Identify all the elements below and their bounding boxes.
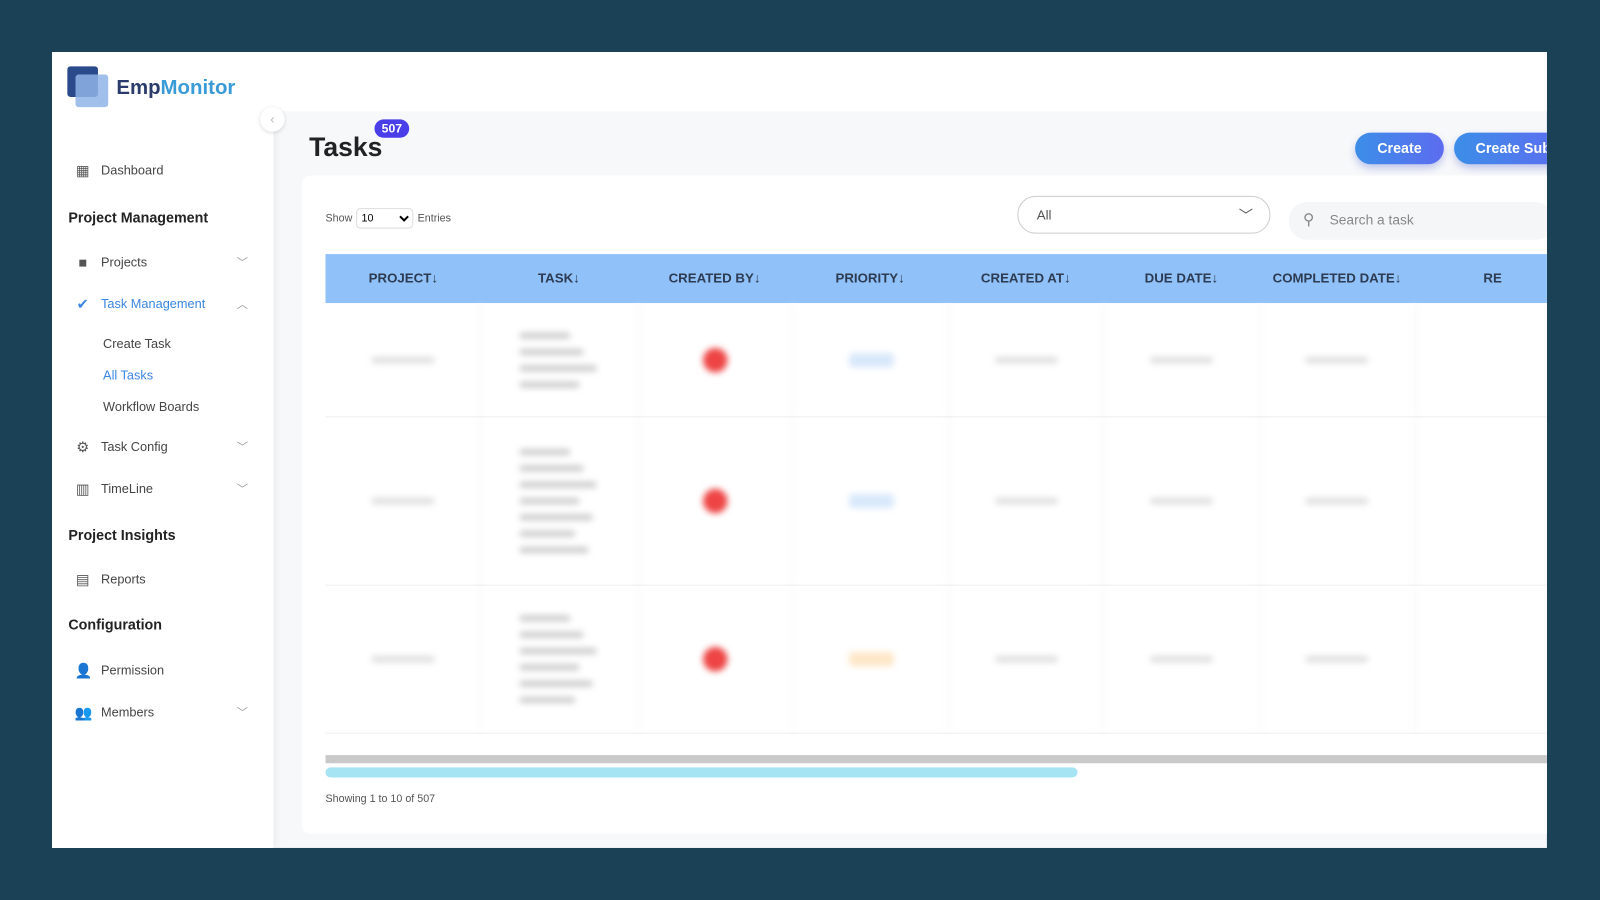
dashboard-icon: ▦ bbox=[75, 162, 90, 179]
show-label: Show bbox=[325, 212, 353, 225]
user-lock-icon: 👤 bbox=[74, 662, 93, 679]
table-cell bbox=[481, 417, 639, 585]
sidebar-item-create-task[interactable]: Create Task bbox=[103, 337, 171, 351]
section-configuration: Configuration bbox=[68, 616, 163, 633]
sidebar-item-workflow-boards[interactable]: Workflow Boards bbox=[103, 400, 199, 414]
users-icon: 👥 bbox=[74, 704, 93, 721]
briefcase-icon: ■ bbox=[78, 254, 87, 271]
section-project-insights: Project Insights bbox=[68, 526, 176, 543]
search-placeholder: Search a task bbox=[1329, 212, 1414, 228]
table-cell bbox=[638, 303, 794, 417]
table-cell bbox=[794, 417, 950, 585]
chevron-down-icon: ﹀ bbox=[236, 257, 248, 270]
sidebar-item-reports[interactable]: ▤ Reports bbox=[74, 571, 247, 587]
table-row[interactable] bbox=[325, 585, 1547, 734]
sidebar-item-projects[interactable]: ■ Projects ﹀ bbox=[74, 254, 248, 271]
column-header[interactable]: PROJECT↓ bbox=[326, 254, 482, 303]
filter-value: All bbox=[1036, 207, 1052, 223]
horizontal-scrollbar[interactable] bbox=[325, 755, 1547, 764]
table-cell bbox=[949, 585, 1105, 733]
app-window: EmpMonitor ▦ Dashboard Project Management… bbox=[52, 52, 1547, 848]
chevron-down-icon: ﹀ bbox=[1238, 207, 1254, 224]
table-row[interactable] bbox=[325, 417, 1547, 586]
tasks-card: Show 10 Entries All ﹀ ⚲ Search a task PROJ… bbox=[302, 175, 1547, 834]
table-cell bbox=[949, 303, 1105, 417]
table-cell bbox=[326, 303, 481, 417]
chevron-down-icon: ﹀ bbox=[236, 483, 248, 496]
scrollbar-thumb[interactable] bbox=[325, 767, 1078, 778]
table-cell bbox=[481, 585, 639, 733]
create-button[interactable]: Create bbox=[1355, 132, 1444, 165]
table-cell bbox=[794, 303, 950, 417]
pagination-info: Showing 1 to 10 of 507 bbox=[325, 792, 436, 806]
table-cell bbox=[1104, 417, 1260, 585]
task-count-badge: 507 bbox=[374, 119, 410, 138]
sidebar-item-task-management[interactable]: ✔ Task Management ︿ bbox=[74, 295, 248, 313]
topbar bbox=[273, 52, 1547, 112]
filter-dropdown[interactable]: All ﹀ bbox=[1017, 195, 1271, 234]
chevron-up-icon: ︿ bbox=[236, 298, 248, 312]
brand-name-2: Monitor bbox=[160, 76, 236, 99]
chevron-down-icon: ﹀ bbox=[236, 441, 248, 455]
table-cell bbox=[638, 417, 794, 585]
section-project-management: Project Management bbox=[68, 209, 209, 226]
label: Projects bbox=[101, 255, 148, 270]
table-cell bbox=[1260, 303, 1416, 417]
column-header[interactable]: CREATED BY↓ bbox=[637, 254, 793, 303]
column-header[interactable]: PRIORITY↓ bbox=[792, 254, 948, 303]
entries-control: Show 10 Entries bbox=[325, 208, 451, 229]
column-header[interactable]: RE bbox=[1415, 254, 1547, 303]
sidebar-item-dashboard[interactable]: ▦ Dashboard bbox=[74, 162, 247, 178]
label: Dashboard bbox=[101, 163, 164, 178]
label: Task Management bbox=[101, 296, 206, 312]
table-cell bbox=[1415, 417, 1547, 584]
table-row[interactable] bbox=[325, 303, 1547, 418]
table-cell bbox=[638, 585, 794, 733]
table-cell bbox=[326, 585, 481, 733]
bar-chart-icon: ▥ bbox=[75, 480, 90, 497]
table-cell bbox=[326, 417, 481, 585]
create-subtask-button[interactable]: Create Sub bbox=[1454, 132, 1547, 165]
sidebar-item-all-tasks[interactable]: All Tasks bbox=[103, 368, 153, 382]
gear-icon: ⚙ bbox=[76, 438, 90, 456]
logo[interactable]: EmpMonitor bbox=[67, 66, 235, 109]
brand-name: Emp bbox=[116, 76, 161, 99]
search-input[interactable]: ⚲ Search a task bbox=[1288, 202, 1547, 240]
table-cell bbox=[481, 303, 639, 417]
chevron-down-icon: ﹀ bbox=[236, 707, 248, 720]
sidebar-item-permission[interactable]: 👤 Permission bbox=[74, 662, 247, 678]
label: Task Config bbox=[101, 439, 168, 455]
label: Permission bbox=[101, 663, 165, 678]
search-icon: ⚲ bbox=[1303, 211, 1315, 229]
sidebar-item-timeline[interactable]: ▥ TimeLine ﹀ bbox=[74, 480, 248, 497]
column-header[interactable]: COMPLETED DATE↓ bbox=[1259, 254, 1415, 303]
label: TimeLine bbox=[101, 481, 154, 496]
entries-select[interactable]: 10 bbox=[356, 208, 414, 229]
label: Reports bbox=[101, 572, 146, 587]
sidebar-item-task-config[interactable]: ⚙ Task Config ﹀ bbox=[74, 438, 248, 456]
column-header[interactable]: DUE DATE↓ bbox=[1104, 254, 1260, 303]
label: Members bbox=[101, 705, 155, 720]
sidebar-item-members[interactable]: 👥 Members ﹀ bbox=[74, 704, 247, 720]
table-cell bbox=[1415, 586, 1547, 733]
table-cell bbox=[1104, 585, 1260, 733]
table-cell bbox=[949, 417, 1105, 585]
entries-label: Entries bbox=[417, 212, 451, 225]
table-cell bbox=[794, 585, 950, 733]
column-header[interactable]: CREATED AT↓ bbox=[948, 254, 1104, 303]
task-icon: ✔ bbox=[76, 295, 89, 313]
table-body bbox=[325, 303, 1547, 734]
table-cell bbox=[1260, 585, 1416, 733]
sidebar: EmpMonitor ▦ Dashboard Project Management… bbox=[52, 52, 274, 848]
collapse-sidebar-button[interactable]: ‹ bbox=[260, 107, 285, 132]
page-title: Tasks bbox=[309, 131, 383, 163]
column-header[interactable]: TASK↓ bbox=[481, 254, 637, 303]
table-cell bbox=[1415, 303, 1547, 416]
logo-icon bbox=[67, 66, 110, 109]
table-cell bbox=[1260, 417, 1416, 585]
document-icon: ▤ bbox=[75, 571, 90, 588]
table-cell bbox=[1104, 303, 1260, 417]
table-header: PROJECT↓ TASK↓ CREATED BY↓ PRIORITY↓ CREATED… bbox=[325, 254, 1547, 304]
